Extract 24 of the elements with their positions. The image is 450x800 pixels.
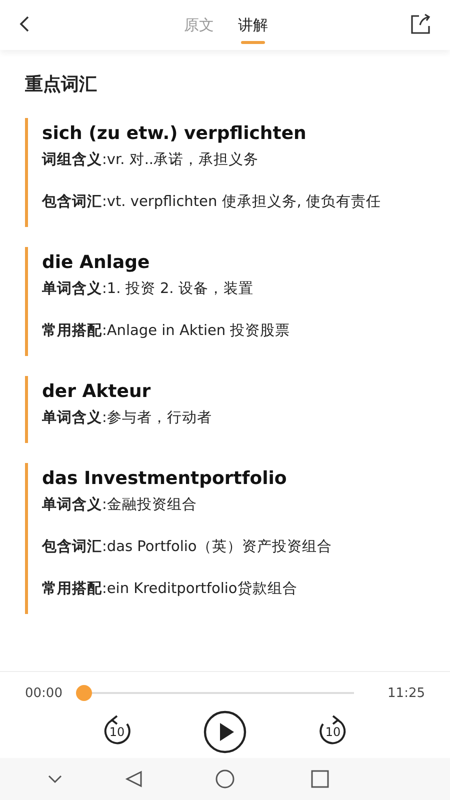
- tab[interactable]: 讲解: [238, 4, 268, 46]
- term-heading: die Anlage: [42, 251, 151, 275]
- total-time: 11:25: [388, 686, 425, 700]
- back-nav-button[interactable]: [125, 770, 143, 788]
- definition-text: 单词含义:金融投资组合: [42, 496, 198, 515]
- home-button[interactable]: [215, 769, 235, 789]
- term-heading: der Akteur: [42, 380, 152, 404]
- definition-text: 词组含义:vr. 对..承诺，承担义务: [42, 150, 260, 170]
- definition-text: 包含词汇:das Portfolio（英）资产投资组合: [42, 538, 333, 557]
- forward-button[interactable]: 10: [315, 714, 351, 750]
- play-button[interactable]: [203, 710, 247, 754]
- recents-button[interactable]: [311, 770, 329, 788]
- term-heading: sich (zu etw.) verpflichten: [42, 122, 308, 146]
- definition-text: 常用搭配:Anlage in Aktien 投资股票: [42, 322, 292, 341]
- definition-text: 单词含义:1. 投资 2. 设备，装置: [42, 280, 254, 299]
- current-time: 00:00: [25, 686, 62, 700]
- definition-text: 常用搭配:ein Kreditportfolio贷款组合: [42, 580, 298, 599]
- hide-keyboard-button[interactable]: [47, 774, 63, 784]
- definition-text: 单词含义:参与者，行动者: [42, 408, 213, 428]
- section-title: 重点词汇: [25, 73, 98, 96]
- rewind-button[interactable]: 10: [99, 714, 135, 750]
- slider-thumb[interactable]: [76, 685, 92, 701]
- term-heading: das Investmentportfolio: [42, 467, 288, 491]
- definition-text: 包含词汇:vt. verpflichten 使承担义务, 使负有责任: [42, 192, 382, 212]
